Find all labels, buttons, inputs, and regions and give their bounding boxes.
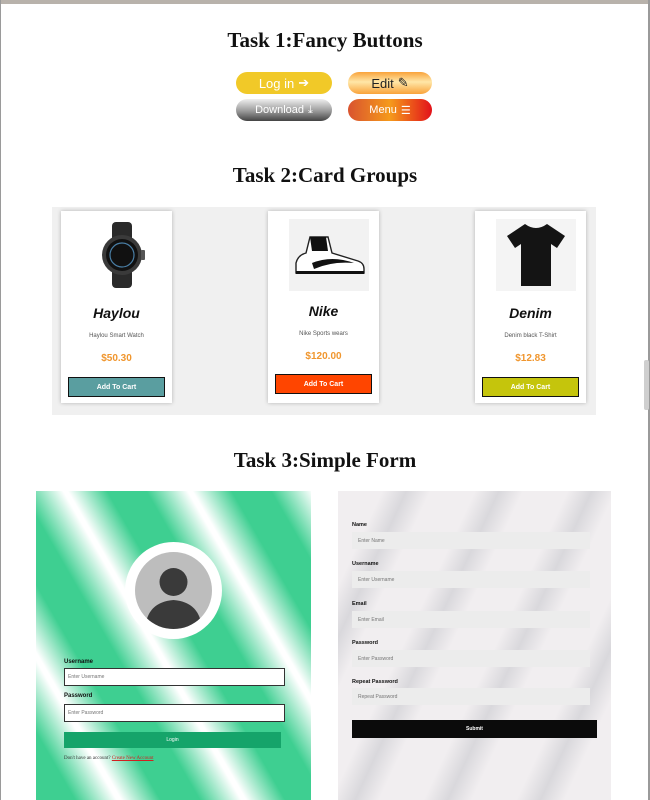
email-label: Email xyxy=(352,601,367,607)
name-input[interactable] xyxy=(352,532,590,549)
no-account-text: Don't have an account? xyxy=(64,756,111,761)
repeat-password-input[interactable] xyxy=(352,688,590,705)
scrollbar-thumb[interactable] xyxy=(644,360,649,410)
name-label: Name xyxy=(352,522,367,528)
card-group: Haylou Haylou Smart Watch $50.30 Add To … xyxy=(52,207,596,415)
window-left-border xyxy=(0,0,1,800)
smartwatch-image xyxy=(82,219,162,291)
menu-icon: ☰ xyxy=(400,104,411,117)
window-top-border xyxy=(0,0,650,4)
arrow-right-icon: ➔ xyxy=(298,75,310,90)
download-button-label: Download xyxy=(255,104,305,116)
password-input[interactable] xyxy=(352,650,590,667)
sneaker-image xyxy=(289,219,369,291)
add-to-cart-button[interactable]: Add To Cart xyxy=(482,377,579,397)
register-form: Name Username Email Password Repeat Pass… xyxy=(338,491,611,800)
login-submit-button[interactable]: Login xyxy=(64,732,281,748)
email-input[interactable] xyxy=(352,611,590,628)
login-form: Username Password Login Don't have an ac… xyxy=(36,491,311,800)
register-submit-button[interactable]: Submit xyxy=(352,720,597,738)
add-to-cart-button[interactable]: Add To Cart xyxy=(68,377,165,397)
product-name: Nike xyxy=(308,303,339,319)
username-input[interactable] xyxy=(64,668,285,686)
product-description: Nike Sports wears xyxy=(299,331,348,337)
password-label: Password xyxy=(352,640,378,646)
signup-prompt: Don't have an account? Create New Accoun… xyxy=(64,756,153,761)
product-name: Denim xyxy=(509,305,552,321)
login-button[interactable]: Log in ➔ xyxy=(236,72,332,94)
username-input[interactable] xyxy=(352,571,590,588)
product-card-nike: Nike Nike Sports wears $120.00 Add To Ca… xyxy=(268,211,379,403)
pencil-icon: ✎ xyxy=(397,75,409,90)
product-card-denim: Denim Denim black T-Shirt $12.83 Add To … xyxy=(475,211,586,403)
avatar xyxy=(125,542,222,639)
product-name: Haylou xyxy=(93,305,140,321)
repeat-password-label: Repeat Password xyxy=(352,679,398,685)
menu-button-label: Menu xyxy=(369,104,397,116)
product-price: $120.00 xyxy=(305,351,342,362)
username-label: Username xyxy=(64,659,94,665)
password-input[interactable] xyxy=(64,704,285,722)
login-button-label: Log in xyxy=(258,75,295,91)
create-account-link[interactable]: Create New Account xyxy=(112,756,154,761)
product-description: Haylou Smart Watch xyxy=(89,333,144,339)
download-button[interactable]: Download ⤓ xyxy=(236,99,332,121)
tshirt-image xyxy=(496,219,576,291)
product-card-haylou: Haylou Haylou Smart Watch $50.30 Add To … xyxy=(61,211,172,403)
add-to-cart-button[interactable]: Add To Cart xyxy=(275,374,372,394)
task2-heading: Task 2:Card Groups xyxy=(232,163,418,187)
username-label: Username xyxy=(352,561,379,567)
user-silhouette-icon xyxy=(135,552,212,629)
product-price: $50.30 xyxy=(101,353,132,364)
download-icon: ⤓ xyxy=(308,103,313,116)
product-price: $12.83 xyxy=(515,353,546,364)
task1-heading: Task 1:Fancy Buttons xyxy=(227,28,423,52)
password-label: Password xyxy=(64,693,93,699)
edit-button-label: Edit xyxy=(371,75,394,91)
edit-button[interactable]: Edit ✎ xyxy=(348,72,432,94)
task3-heading: Task 3:Simple Form xyxy=(233,448,417,472)
menu-button[interactable]: Menu ☰ xyxy=(348,99,432,121)
product-description: Denim black T-Shirt xyxy=(504,333,557,339)
